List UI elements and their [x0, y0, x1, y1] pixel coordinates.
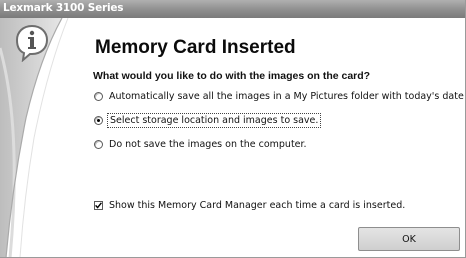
radio-option-do-not-save[interactable]: Do not save the images on the computer. — [94, 137, 307, 151]
info-icon — [14, 24, 50, 63]
radio-button-auto-save[interactable] — [94, 91, 103, 101]
radio-label-do-not-save: Do not save the images on the computer. — [109, 138, 307, 150]
window-title: Lexmark 3100 Series — [3, 2, 124, 14]
radio-option-auto-save[interactable]: Automatically save all the images in a M… — [94, 89, 464, 103]
dialog-heading: Memory Card Inserted — [95, 37, 296, 58]
radio-label-select-location: Select storage location and images to sa… — [106, 112, 322, 128]
dialog-window: Lexmark 3100 Series Memory Card Inserted — [0, 0, 466, 258]
radio-button-do-not-save[interactable] — [94, 139, 103, 149]
dialog-question: What would you like to do with the image… — [93, 70, 371, 82]
radio-button-select-location[interactable] — [94, 115, 103, 125]
show-manager-checkbox[interactable] — [94, 200, 103, 210]
radio-label-auto-save: Automatically save all the images in a M… — [109, 90, 464, 102]
show-manager-label: Show this Memory Card Manager each time … — [109, 199, 406, 211]
checkmark-icon — [95, 201, 102, 209]
show-manager-option[interactable]: Show this Memory Card Manager each time … — [94, 198, 405, 212]
title-bar[interactable]: Lexmark 3100 Series — [0, 0, 465, 18]
ok-button[interactable]: OK — [358, 227, 460, 251]
radio-option-select-location[interactable]: Select storage location and images to sa… — [94, 112, 322, 128]
